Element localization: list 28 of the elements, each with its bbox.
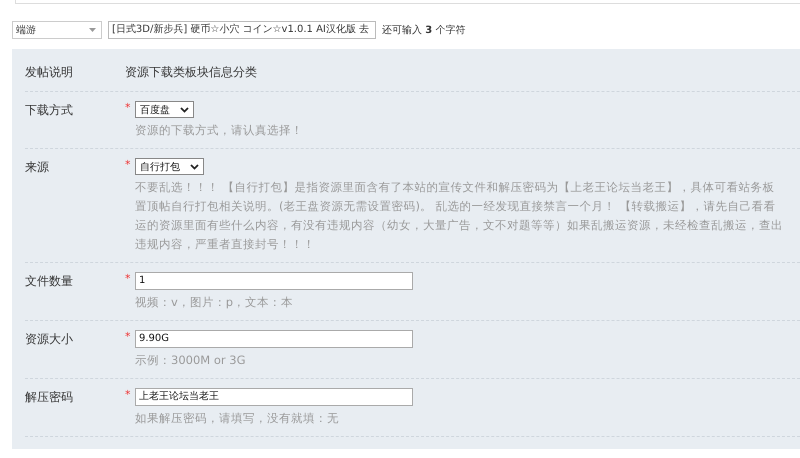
chevron-down-icon — [180, 106, 189, 112]
required-asterisk: * — [125, 388, 131, 401]
input-field[interactable]: 1 — [135, 272, 413, 290]
input-field[interactable]: 9.90G — [135, 330, 413, 348]
field-label: 资源大小 — [25, 331, 74, 348]
field-label: 文件数量 — [25, 273, 74, 290]
chevron-down-icon — [190, 164, 199, 170]
field-label: 来源 — [25, 159, 50, 176]
dropdown-select[interactable]: 百度盘 — [135, 101, 194, 118]
field-label: 解压密码 — [25, 389, 74, 406]
hint-text: 示例：3000M or 3G — [135, 352, 246, 369]
hint-text: 视频：v，图片：p，文本：本 — [135, 294, 294, 311]
title-input[interactable]: [日式3D/新步兵] 硬币☆小穴 コイン☆v1.0.1 AI汉化版 去 — [108, 21, 376, 39]
input-field[interactable]: 上老王论坛当老王 — [135, 388, 413, 406]
hint-text: 不要乱选！！！ 【自行打包】是指资源里面含有了本站的宣传文件和解压密码为【上老王论坛当老王】，具体可看站务板 置顶帖自行打包相关说明。(老王盘资源无需设置密码)。 乱选的一经发现直接禁言一个月！ 【转载搬运】，请先自己看看 运的资源里面有些什么内容，有没有违规内容（幼女，大量广告，文不对题等等）如果乱搬运资源，未经检查乱搬运，查出 违规内容，严重者直接封号！！！ — [135, 179, 783, 253]
dropdown-select[interactable]: 自行打包 — [135, 158, 204, 175]
dropdown-arrow-icon — [89, 28, 96, 32]
required-asterisk: * — [125, 272, 131, 285]
required-asterisk: * — [125, 158, 131, 171]
field-label: 下载方式 — [25, 102, 74, 119]
hint-text: 如果解压密码，请填写，没有就填：无 — [135, 410, 340, 427]
category-select[interactable]: 端游 — [12, 21, 102, 39]
field-label: 发帖说明 — [25, 64, 74, 81]
required-asterisk: * — [125, 101, 131, 114]
remaining-characters-note: 还可输入 3 个字符 — [382, 24, 466, 37]
intro-text: 资源下载类板块信息分类 — [125, 64, 257, 81]
hint-text: 资源的下载方式，请认真选择！ — [135, 122, 303, 139]
required-asterisk: * — [125, 330, 131, 343]
